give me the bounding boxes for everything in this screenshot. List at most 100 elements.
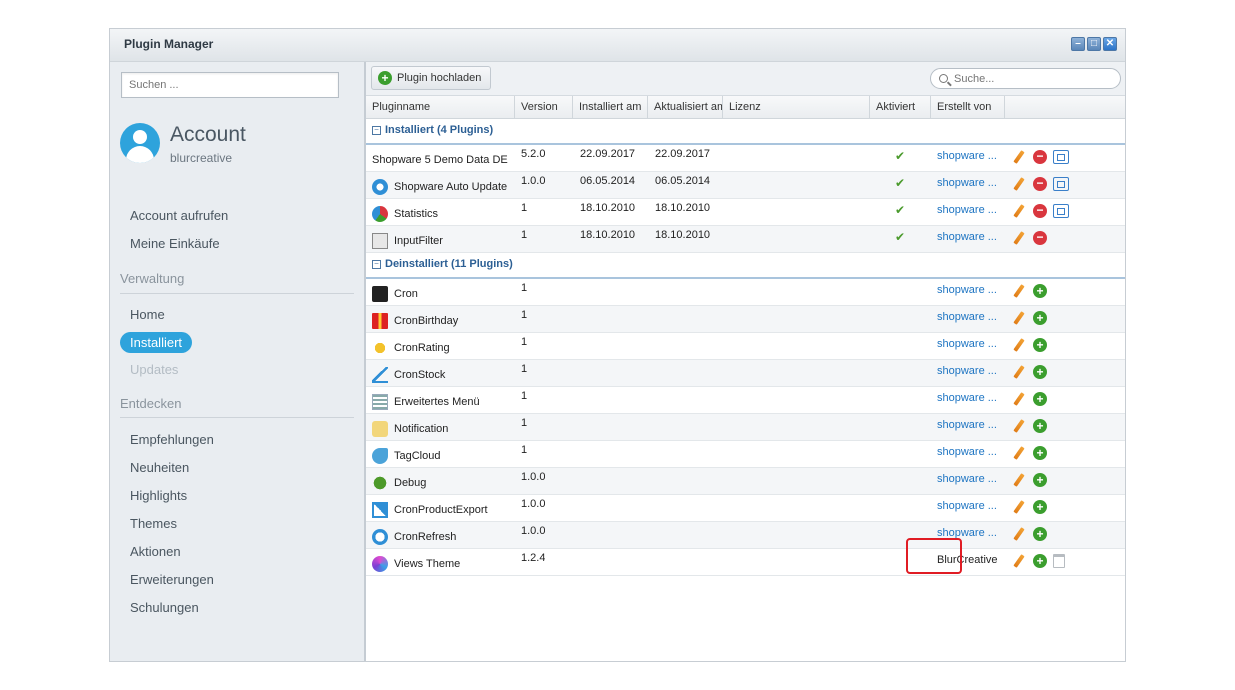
nav-home[interactable]: Home <box>130 307 165 322</box>
plugin-author[interactable]: shopware ... <box>937 495 997 521</box>
column-lizenz[interactable]: Lizenz <box>723 96 870 118</box>
grid-search-input[interactable] <box>952 71 1106 86</box>
edit-pencil-icon[interactable] <box>1011 391 1027 407</box>
edit-pencil-icon[interactable] <box>1011 230 1027 246</box>
install-icon[interactable]: + <box>1033 284 1047 298</box>
install-icon[interactable]: + <box>1033 446 1047 460</box>
plugin-author[interactable]: shopware ... <box>937 279 997 305</box>
sidebar-search-input[interactable] <box>122 73 338 97</box>
nav-installiert[interactable]: Installiert <box>120 332 193 353</box>
column-aktiviert[interactable]: Aktiviert <box>870 96 931 118</box>
table-row[interactable]: Shopware Auto Update 1.0.0 06.05.2014 06.05… <box>366 172 1125 199</box>
plugin-version: 1 <box>521 202 528 214</box>
install-icon[interactable]: + <box>1033 392 1047 406</box>
nav-highlights[interactable]: Highlights <box>130 488 187 503</box>
close-button[interactable]: ✕ <box>1103 37 1117 51</box>
nav-updates[interactable]: Updates <box>130 362 178 377</box>
plugin-name-cell: CronRating <box>372 333 512 359</box>
plugin-author[interactable]: shopware ... <box>937 145 997 171</box>
collapse-icon[interactable]: − <box>372 260 381 269</box>
edit-pencil-icon[interactable] <box>1011 418 1027 434</box>
nav-schulungen[interactable]: Schulungen <box>130 600 199 615</box>
nav-empfehlungen[interactable]: Empfehlungen <box>130 432 214 447</box>
table-row[interactable]: Cron 1 shopware ... + <box>366 279 1125 306</box>
uninstall-icon[interactable]: − <box>1033 231 1047 245</box>
install-icon[interactable]: + <box>1033 338 1047 352</box>
table-row[interactable]: CronRefresh 1.0.0 shopware ... + <box>366 522 1125 549</box>
table-row[interactable]: Shopware 5 Demo Data DE 5.2.0 22.09.2017 22… <box>366 145 1125 172</box>
uninstall-icon[interactable]: − <box>1033 177 1047 191</box>
edit-pencil-icon[interactable] <box>1011 526 1027 542</box>
table-row[interactable]: Statistics 1 18.10.2010 18.10.2010 ✔ shopware… <box>366 199 1125 226</box>
install-icon[interactable]: + <box>1033 527 1047 541</box>
column-aktualisiert-am[interactable]: Aktualisiert am <box>648 96 723 118</box>
reinstall-icon[interactable] <box>1053 177 1069 191</box>
reinstall-icon[interactable] <box>1053 150 1069 164</box>
minimize-button[interactable]: – <box>1071 37 1085 51</box>
column-installiert-am[interactable]: Installiert am <box>573 96 648 118</box>
grid-search[interactable] <box>930 68 1121 89</box>
plugin-author[interactable]: shopware ... <box>937 306 997 332</box>
install-icon[interactable]: + <box>1033 473 1047 487</box>
plugin-author[interactable]: shopware ... <box>937 414 997 440</box>
delete-trash-icon[interactable] <box>1053 554 1065 568</box>
table-row[interactable]: TagCloud 1 shopware ... + <box>366 441 1125 468</box>
edit-pencil-icon[interactable] <box>1011 283 1027 299</box>
plugin-author[interactable]: shopware ... <box>937 441 997 467</box>
plugin-author[interactable]: shopware ... <box>937 199 997 225</box>
plugin-author[interactable]: shopware ... <box>937 468 997 494</box>
nav-erweiterungen[interactable]: Erweiterungen <box>130 572 214 587</box>
row-actions: + <box>1011 310 1047 326</box>
table-row[interactable]: CronProductExport 1.0.0 shopware ... + <box>366 495 1125 522</box>
plugin-author[interactable]: shopware ... <box>937 387 997 413</box>
edit-pencil-icon[interactable] <box>1011 364 1027 380</box>
group-installed[interactable]: − Installiert (4 Plugins) <box>366 119 1125 145</box>
install-icon[interactable]: + <box>1033 419 1047 433</box>
row-actions: + <box>1011 283 1047 299</box>
nav-aktionen[interactable]: Aktionen <box>130 544 181 559</box>
column-pluginname[interactable]: Pluginname <box>366 96 515 118</box>
table-row[interactable]: Views Theme 1.2.4 BlurCreative + <box>366 549 1125 576</box>
edit-pencil-icon[interactable] <box>1011 499 1027 515</box>
uninstall-icon[interactable]: − <box>1033 150 1047 164</box>
edit-pencil-icon[interactable] <box>1011 149 1027 165</box>
reinstall-icon[interactable] <box>1053 204 1069 218</box>
nav-account-aufrufen[interactable]: Account aufrufen <box>130 208 228 223</box>
install-icon[interactable]: + <box>1033 500 1047 514</box>
plugin-author[interactable]: shopware ... <box>937 226 997 252</box>
nav-themes[interactable]: Themes <box>130 516 177 531</box>
edit-pencil-icon[interactable] <box>1011 337 1027 353</box>
table-row[interactable]: CronRating 1 shopware ... + <box>366 333 1125 360</box>
edit-pencil-icon[interactable] <box>1011 310 1027 326</box>
table-row[interactable]: Debug 1.0.0 shopware ... + <box>366 468 1125 495</box>
nav-meine-einkaeufe[interactable]: Meine Einkäufe <box>130 236 220 251</box>
edit-pencil-icon[interactable] <box>1011 176 1027 192</box>
edit-pencil-icon[interactable] <box>1011 203 1027 219</box>
column-version[interactable]: Version <box>515 96 573 118</box>
group-uninstalled[interactable]: − Deinstalliert (11 Plugins) <box>366 253 1125 279</box>
uninstall-icon[interactable]: − <box>1033 204 1047 218</box>
install-icon[interactable]: + <box>1033 554 1047 568</box>
table-row[interactable]: InputFilter 1 18.10.2010 18.10.2010 ✔ shopwar… <box>366 226 1125 253</box>
search-icon <box>939 74 948 83</box>
table-row[interactable]: CronStock 1 shopware ... + <box>366 360 1125 387</box>
table-row[interactable]: Erweitertes Menü 1 shopware ... + <box>366 387 1125 414</box>
table-row[interactable]: Notification 1 shopware ... + <box>366 414 1125 441</box>
install-icon[interactable]: + <box>1033 365 1047 379</box>
edit-pencil-icon[interactable] <box>1011 472 1027 488</box>
collapse-icon[interactable]: − <box>372 126 381 135</box>
plugin-author[interactable]: shopware ... <box>937 172 997 198</box>
plugin-author[interactable]: shopware ... <box>937 360 997 386</box>
nav-neuheiten[interactable]: Neuheiten <box>130 460 189 475</box>
upload-plugin-button[interactable]: + Plugin hochladen <box>371 66 492 90</box>
column-erstellt-von[interactable]: Erstellt von <box>931 96 1005 118</box>
window-titlebar[interactable]: Plugin Manager – □ ✕ <box>110 29 1125 62</box>
plugin-author[interactable]: shopware ... <box>937 333 997 359</box>
upload-plugin-label: Plugin hochladen <box>397 72 482 84</box>
install-icon[interactable]: + <box>1033 311 1047 325</box>
sidebar-search[interactable] <box>121 72 339 98</box>
table-row[interactable]: CronBirthday 1 shopware ... + <box>366 306 1125 333</box>
edit-pencil-icon[interactable] <box>1011 553 1027 569</box>
edit-pencil-icon[interactable] <box>1011 445 1027 461</box>
maximize-button[interactable]: □ <box>1087 37 1101 51</box>
